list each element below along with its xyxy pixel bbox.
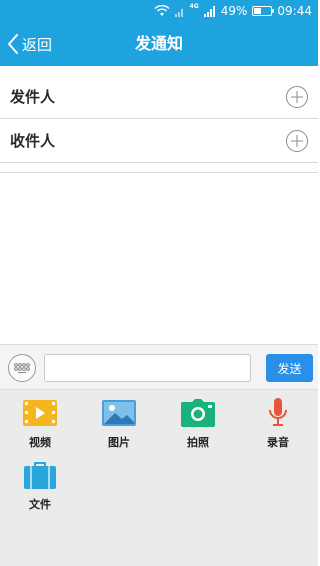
send-button[interactable]: 发送 (266, 354, 313, 382)
video-label: 视频 (29, 436, 51, 449)
file-label: 文件 (29, 498, 51, 511)
microphone-icon (261, 398, 295, 428)
nav-bar: 返回 发通知 (0, 22, 318, 66)
image-label: 图片 (108, 436, 130, 449)
camera-button[interactable]: 拍照 (168, 398, 228, 450)
clock: 09:44 (277, 4, 312, 18)
divider (0, 172, 318, 173)
battery-percent: 49% (220, 4, 248, 18)
battery-icon (252, 6, 275, 16)
sender-row[interactable]: 发件人 (0, 75, 318, 119)
back-button[interactable]: 返回 (6, 30, 52, 58)
recipient-row[interactable]: 收件人 (0, 119, 318, 163)
sim-signal-icon (174, 6, 185, 17)
keyboard-toggle-button[interactable] (8, 354, 36, 382)
signal-icon (203, 5, 216, 17)
camera-icon (181, 398, 215, 428)
recipient-label: 收件人 (10, 132, 56, 150)
video-icon (23, 398, 57, 428)
video-button[interactable]: 视频 (10, 398, 70, 450)
camera-label: 拍照 (187, 436, 209, 449)
add-recipient-icon[interactable] (286, 129, 308, 152)
wifi-icon (154, 5, 170, 17)
status-bar: 4G 49% 09:44 (0, 0, 318, 22)
back-label: 返回 (22, 35, 53, 54)
sender-label: 发件人 (10, 88, 56, 106)
record-label: 录音 (267, 436, 289, 449)
image-icon (102, 398, 136, 428)
file-button[interactable]: 文件 (10, 460, 70, 512)
network-type: 4G (189, 2, 199, 10)
record-button[interactable]: 录音 (248, 398, 308, 450)
add-sender-icon[interactable] (286, 85, 308, 108)
message-input-bar: 发送 (0, 344, 318, 390)
chevron-left-icon (8, 34, 18, 54)
keyboard-icon (14, 363, 30, 373)
attachment-panel: 视频 图片 拍照 录音 文件 (0, 390, 318, 566)
image-button[interactable]: 图片 (89, 398, 149, 450)
message-input[interactable] (44, 354, 251, 382)
briefcase-icon (23, 460, 57, 490)
